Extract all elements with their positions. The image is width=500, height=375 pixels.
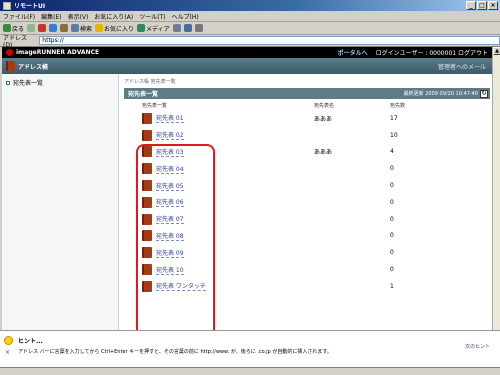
maximize-button[interactable]: □ — [477, 1, 487, 10]
app-icon — [3, 1, 11, 10]
column-header-name: 宛先表名 — [314, 103, 335, 109]
table-row: 宛先表 02 10 — [124, 127, 490, 144]
favorites-button[interactable]: お気に入り — [95, 24, 134, 33]
bullet-icon — [6, 80, 10, 85]
mail-icon — [183, 24, 192, 32]
star-icon — [95, 24, 104, 32]
tip-icon — [4, 336, 13, 345]
media-button[interactable]: メディア — [137, 24, 170, 33]
scroll-up-icon[interactable]: ▲ — [493, 47, 500, 55]
browser-toolbar: 戻る 検索 お気に入り メディア — [0, 22, 500, 35]
address-book-icon — [142, 112, 152, 124]
search-icon — [71, 24, 80, 32]
list-count: 10 — [390, 131, 398, 139]
address-bar: アドレス(D) https:// — [0, 35, 500, 49]
address-book-icon — [142, 129, 152, 141]
history-button[interactable] — [172, 24, 181, 32]
menu-edit[interactable]: 編集(E) — [41, 12, 61, 21]
list-count: 0 — [390, 232, 394, 240]
status-bar — [0, 367, 500, 375]
refresh-icon — [49, 24, 58, 32]
list-link[interactable]: 宛先表 02 — [156, 130, 184, 141]
back-arrow-icon — [3, 24, 11, 32]
last-updated: 最終更新 2009 09/20 10:47:40 — [403, 91, 478, 97]
stop-button[interactable] — [38, 24, 47, 32]
media-label: メディア — [146, 25, 170, 33]
close-tip-icon[interactable]: × — [5, 349, 10, 356]
login-user-info[interactable]: ログインユーザー : 0000001 ログアウト — [376, 48, 488, 57]
list-count: 0 — [390, 215, 394, 223]
breadcrumb: アドレス帳 宛先表一覧 — [124, 79, 176, 85]
table-header: 宛先表一覧 宛先表名 宛先数 — [124, 101, 490, 110]
address-book-icon — [6, 61, 15, 71]
mail-button[interactable] — [183, 24, 192, 32]
annotation-highlight — [136, 144, 215, 330]
list-count: 1 — [390, 282, 394, 290]
list-count: 0 — [390, 249, 394, 257]
back-label: 戻る — [12, 25, 25, 33]
tip-panel: × ヒント... アドレス バーに言葉を入力してから Ctrl+Enter キー… — [0, 330, 500, 367]
list-label: あああ — [314, 149, 333, 157]
sidebar-item-list[interactable]: 宛先表一覧 — [6, 78, 118, 87]
list-count: 0 — [390, 182, 394, 190]
app-title: アドレス帳 — [18, 63, 49, 71]
app-header: アドレス帳 管理者へのメール — [2, 58, 492, 74]
list-count: 0 — [390, 266, 394, 274]
history-icon — [172, 24, 181, 32]
stop-icon — [38, 24, 47, 32]
portal-link[interactable]: ポータルへ — [338, 48, 368, 57]
window-title-bar: リモートUI _ □ × — [0, 0, 500, 11]
menu-file[interactable]: ファイル(F) — [3, 12, 35, 21]
home-icon — [60, 24, 69, 32]
favorites-label: お気に入り — [104, 25, 135, 33]
list-count: 4 — [390, 148, 394, 156]
back-button[interactable]: 戻る — [3, 24, 24, 33]
list-count: 17 — [390, 114, 398, 122]
column-header-count: 宛先数 — [390, 103, 406, 109]
tip-text: アドレス バーに言葉を入力してから Ctrl+Enter キーを押すと、その言葉… — [18, 349, 332, 355]
refresh-button[interactable] — [49, 24, 58, 32]
print-icon — [194, 24, 203, 32]
sidebar: 宛先表一覧 — [2, 74, 119, 330]
menu-bar: ファイル(F) 編集(E) 表示(V) お気に入り(A) ツール(T) ヘルプ(… — [0, 11, 500, 22]
main-content: アドレス帳 宛先表一覧 宛先表一覧 最終更新 2009 09/20 10:47:… — [124, 74, 490, 330]
list-count: 0 — [390, 198, 394, 206]
menu-view[interactable]: 表示(V) — [68, 12, 89, 21]
forward-button[interactable] — [27, 24, 36, 32]
column-header-list: 宛先表一覧 — [142, 103, 168, 109]
vertical-scrollbar[interactable]: ▲ — [492, 47, 500, 330]
device-header: imageRUNNER ADVANCE ポータルへ ログインユーザー : 000… — [2, 47, 492, 58]
tip-title: ヒント... — [18, 338, 43, 345]
sidebar-item-label: 宛先表一覧 — [13, 80, 44, 87]
minimize-button[interactable]: _ — [466, 1, 476, 10]
address-input[interactable]: https:// — [39, 36, 500, 45]
web-page: imageRUNNER ADVANCE ポータルへ ログインユーザー : 000… — [2, 47, 492, 330]
list-count: 0 — [390, 165, 394, 173]
search-button[interactable]: 検索 — [71, 24, 92, 33]
menu-tools[interactable]: ツール(T) — [139, 12, 165, 21]
search-label: 検索 — [80, 25, 93, 33]
window-controls: _ □ × — [466, 1, 498, 10]
list-header-bar: 宛先表一覧 最終更新 2009 09/20 10:47:40 ↻ — [124, 88, 490, 99]
forward-arrow-icon — [27, 24, 36, 32]
menu-help[interactable]: ヘルプ(H) — [172, 12, 199, 21]
print-button[interactable] — [194, 24, 203, 32]
next-tip-link[interactable]: 次のヒント — [465, 343, 490, 350]
canon-logo-icon — [6, 49, 13, 56]
list-label: あああ — [314, 115, 333, 123]
admin-mail-link[interactable]: 管理者へのメール — [438, 62, 486, 71]
refresh-icon[interactable]: ↻ — [480, 89, 488, 98]
list-link[interactable]: 宛先表 01 — [156, 113, 184, 124]
home-button[interactable] — [60, 24, 69, 32]
window-title: リモートUI — [14, 3, 46, 10]
brand-name: imageRUNNER ADVANCE — [16, 49, 100, 56]
media-icon — [137, 24, 146, 32]
table-row: 宛先表 01 あああ 17 — [124, 110, 490, 127]
close-button[interactable]: × — [488, 1, 498, 10]
list-title: 宛先表一覧 — [128, 91, 159, 98]
menu-favorites[interactable]: お気に入り(A) — [94, 12, 133, 21]
